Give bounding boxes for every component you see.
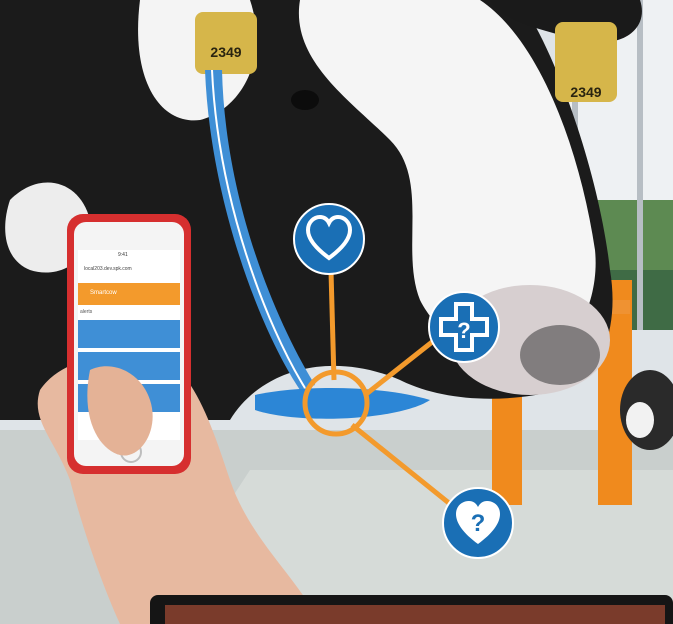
photo-scene: 2349 2349 9:41 local203.dev.spk.com Smar… — [0, 0, 673, 624]
heart-question-icon: ? — [442, 487, 514, 559]
ear-tag-right: 2349 — [570, 84, 602, 100]
svg-text:?: ? — [457, 318, 470, 343]
phone-url: local203.dev.spk.com — [84, 266, 132, 272]
ear-tag-left: 2349 — [210, 44, 242, 60]
phone-section-label: alerts — [80, 309, 93, 315]
svg-text:?: ? — [471, 510, 486, 537]
phone-header-label: Smartcow — [90, 290, 117, 296]
medical-question-icon: ? — [428, 291, 500, 363]
heart-icon — [293, 203, 365, 275]
phone-status-time: 9:41 — [118, 252, 128, 258]
